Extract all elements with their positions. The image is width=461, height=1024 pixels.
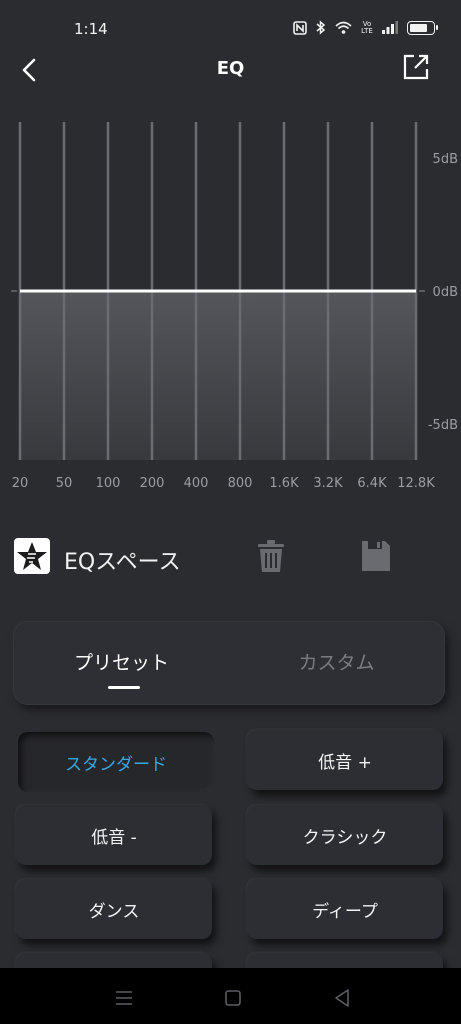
freq-label: 12.8K — [397, 476, 435, 491]
db-label: -5dB — [428, 418, 458, 433]
freq-label: 1.6K — [269, 476, 299, 491]
db-label: 0dB — [433, 285, 458, 300]
delete-button[interactable] — [254, 538, 288, 574]
current-preset-name: EQスペース — [64, 550, 181, 575]
status-bar: 1:14 Vo LTE — [0, 0, 461, 44]
header: EQ — [0, 44, 461, 94]
freq-label: 800 — [228, 476, 253, 491]
tab-underline — [108, 686, 140, 689]
preset-dance-button[interactable]: ダンス — [16, 879, 212, 939]
save-icon — [362, 541, 390, 571]
external-link-icon — [403, 54, 429, 80]
freq-label: 100 — [96, 476, 121, 491]
freq-label: 400 — [184, 476, 209, 491]
preset-deep-button[interactable]: ディープ — [247, 879, 443, 939]
page-title: EQ — [216, 58, 245, 79]
tab-custom[interactable]: カスタム — [229, 648, 444, 675]
trash-icon — [258, 540, 284, 572]
back-nav-icon[interactable] — [330, 986, 354, 1010]
eq-fill-area — [20, 291, 416, 460]
bluetooth-icon — [316, 20, 326, 35]
volte-label: Vo LTE — [361, 19, 373, 35]
preset-bass-minus-button[interactable]: 低音 - — [16, 805, 212, 865]
preset-bass-plus-button[interactable]: 低音 + — [247, 730, 443, 790]
battery-icon — [407, 20, 438, 35]
status-icons: Vo LTE — [293, 19, 438, 35]
home-icon[interactable] — [221, 986, 245, 1010]
system-nav-bar — [0, 968, 461, 1024]
eq-logo-icon — [14, 538, 50, 574]
share-button[interactable] — [401, 52, 431, 82]
preset-classic-button[interactable]: クラシック — [247, 805, 443, 865]
save-button[interactable] — [359, 538, 393, 574]
freq-label: 20 — [12, 476, 29, 491]
freq-label: 200 — [140, 476, 165, 491]
db-label: 5dB — [433, 152, 458, 167]
preset-standard-button[interactable]: スタンダード — [18, 732, 214, 792]
eq-chart[interactable]: 5dB 0dB -5dB 20 50 100 200 400 800 1.6K 3.2K 6.4K 12… — [0, 110, 461, 500]
battery-level — [410, 23, 427, 32]
signal-icon — [382, 21, 398, 34]
freq-label: 6.4K — [357, 476, 387, 491]
menu-icon[interactable] — [112, 986, 136, 1010]
tab-preset[interactable]: プリセット — [14, 648, 229, 675]
preset-row: EQスペース — [14, 538, 444, 578]
status-time: 1:14 — [74, 20, 108, 38]
freq-label: 3.2K — [313, 476, 343, 491]
freq-label: 50 — [56, 476, 73, 491]
wifi-icon — [335, 21, 352, 34]
nfc-icon — [293, 20, 307, 35]
tab-bar: プリセット カスタム — [14, 622, 444, 704]
